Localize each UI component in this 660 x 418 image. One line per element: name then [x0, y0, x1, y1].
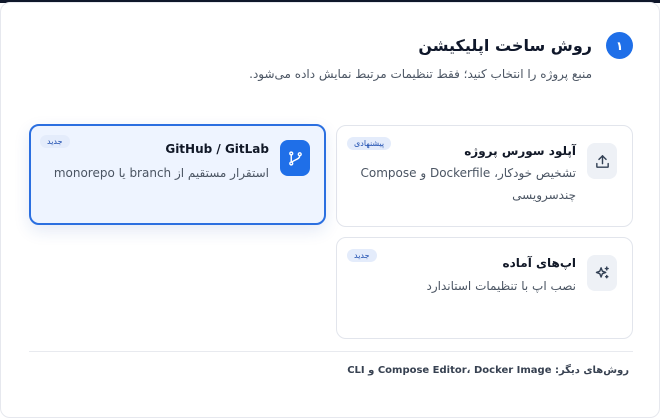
option-description: نصب اپ با تنظیمات استاندارد [426, 279, 576, 293]
other-methods-text: روش‌های دیگر: Compose Editor، Docker Ima… [347, 365, 629, 376]
option-title: GitHub / GitLab [165, 142, 269, 156]
option-description: تشخیص خودکار، Dockerfile و Compose چندسر… [360, 166, 577, 202]
option-title: آپلود سورس پروژه [464, 144, 576, 158]
divider [29, 351, 633, 352]
git-branch-icon [280, 140, 310, 176]
new-badge: جدید [347, 249, 377, 262]
sparkle-icon [587, 255, 617, 291]
recommended-badge: پیشنهادی [347, 137, 392, 150]
option-upload-source[interactable]: آپلود سورس پروژه پیشنهادی تشخیص خودکار، … [336, 125, 633, 227]
app-creation-card: ۱ روش ساخت اپلیکیشن منبع پروژه را انتخاب… [0, 2, 660, 418]
option-git-repo[interactable]: GitHub / GitLab جدید استقرار مستقیم از b… [29, 124, 326, 225]
page-subtitle: منبع پروژه را انتخاب کنید؛ فقط تنظیمات م… [249, 67, 592, 81]
upload-icon [587, 143, 617, 179]
page-title: روش ساخت اپلیکیشن [418, 36, 592, 55]
option-description: استقرار مستقیم از branch یا monorepo [53, 166, 269, 180]
new-badge: جدید [40, 135, 70, 148]
option-ready-apps[interactable]: اپ‌های آماده جدید نصب اپ با تنظیمات استا… [336, 237, 633, 339]
option-title: اپ‌های آماده [502, 256, 576, 270]
step-number-badge: ۱ [606, 32, 633, 59]
